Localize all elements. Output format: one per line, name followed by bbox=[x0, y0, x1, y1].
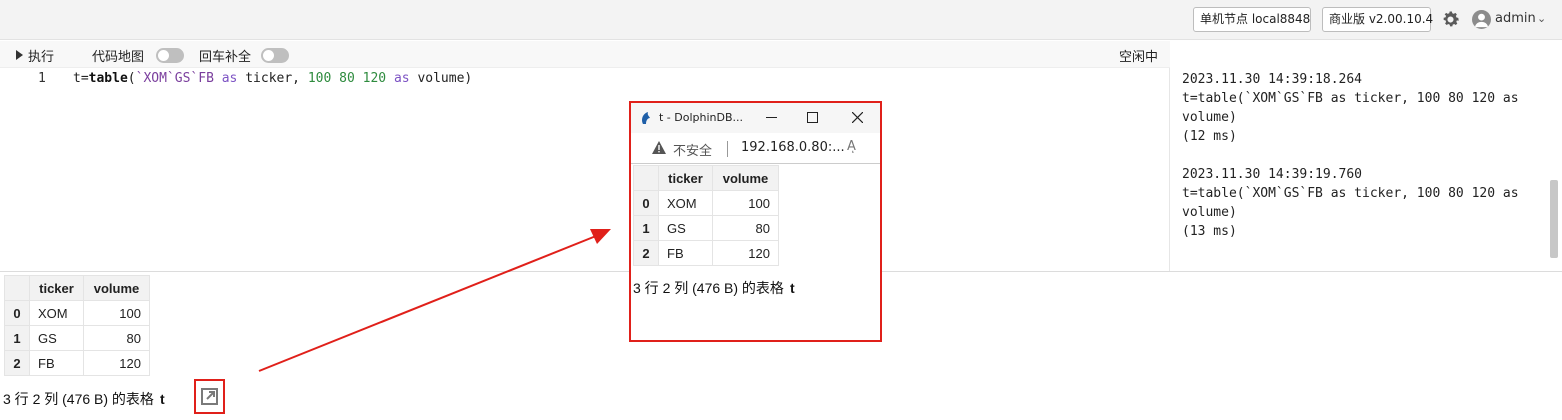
log-code: t=table(`XOM`GS`FB as ticker, 100 80 120… bbox=[1182, 186, 1519, 201]
summary-text: 3 行 2 列 (476 B) 的表格 bbox=[3, 391, 154, 407]
code-map-label: 代码地图 bbox=[92, 50, 145, 65]
row-index: 2 bbox=[4, 350, 30, 376]
code-token: t= bbox=[73, 71, 89, 86]
top-header: 单机节点 local8848 商业版 v2.00.10.4 admin ⌄ bbox=[0, 0, 1562, 40]
popup-title: t - DolphinDB... bbox=[659, 111, 744, 124]
minimize-icon[interactable] bbox=[766, 117, 777, 119]
popup-result-table: ticker volume 0 XOM 100 1 GS 80 2 FB 120 bbox=[633, 165, 779, 266]
column-header[interactable]: volume bbox=[712, 165, 779, 191]
code-token-number: 100 bbox=[307, 71, 332, 86]
table-row: 0 XOM 100 bbox=[633, 190, 779, 216]
log-text: 2023.11.30 14:39:18.264 t=table(`XOM`GS`… bbox=[1182, 70, 1519, 241]
table-header-row: ticker volume bbox=[633, 165, 779, 191]
dolphindb-logo-icon bbox=[642, 112, 650, 124]
warning-icon bbox=[652, 141, 666, 154]
code-token: volume) bbox=[417, 71, 473, 86]
code-editor[interactable]: 1 t=table(`XOM`GS`FB as ticker, 100 80 1… bbox=[0, 68, 1170, 271]
url-text[interactable]: 192.168.0.80:... bbox=[741, 140, 845, 155]
code-token-function: table bbox=[88, 71, 128, 86]
code-token-keyword: as bbox=[393, 71, 410, 86]
code-line[interactable]: t=table(`XOM`GS`FB as ticker, 100 80 120… bbox=[73, 71, 472, 86]
autocomplete-label: 回车补全 bbox=[199, 50, 252, 65]
summary-text: 3 行 2 列 (476 B) 的表格 bbox=[633, 280, 784, 296]
column-header[interactable]: ticker bbox=[658, 165, 713, 191]
play-icon[interactable] bbox=[16, 50, 23, 60]
address-separator bbox=[727, 141, 728, 157]
maximize-icon[interactable] bbox=[807, 112, 818, 123]
table-cell: 100 bbox=[83, 300, 150, 326]
table-cell: 80 bbox=[712, 215, 779, 241]
insecure-label[interactable]: 不安全 bbox=[673, 140, 712, 159]
table-name: t bbox=[159, 391, 165, 407]
result-table: ticker volume 0 XOM 100 1 GS 80 2 FB 120 bbox=[4, 275, 150, 376]
table-row: 2 FB 120 bbox=[633, 240, 779, 266]
column-header[interactable]: ticker bbox=[29, 275, 84, 301]
gear-icon[interactable] bbox=[1440, 9, 1461, 30]
table-row: 1 GS 80 bbox=[4, 325, 150, 351]
popup-titlebar[interactable]: t - DolphinDB... bbox=[631, 103, 880, 133]
table-name: t bbox=[789, 280, 795, 296]
row-index: 0 bbox=[4, 300, 30, 326]
code-map-toggle[interactable] bbox=[156, 48, 184, 63]
code-token: ( bbox=[127, 71, 136, 86]
autocomplete-toggle[interactable] bbox=[261, 48, 289, 63]
code-token-symbols: `XOM`GS`FB bbox=[135, 71, 214, 86]
row-index: 2 bbox=[633, 240, 659, 266]
table-cell: GS bbox=[29, 325, 84, 351]
table-cell: XOM bbox=[29, 300, 84, 326]
table-row: 2 FB 120 bbox=[4, 350, 150, 376]
popup-summary: 3 行 2 列 (476 B) 的表格 t bbox=[633, 278, 795, 298]
log-code: volume) bbox=[1182, 110, 1237, 125]
log-code: volume) bbox=[1182, 205, 1237, 220]
table-cell: FB bbox=[658, 240, 713, 266]
node-badge[interactable]: 单机节点 local8848 bbox=[1193, 7, 1311, 32]
popup-address-bar[interactable]: 不安全 192.168.0.80:... Aͅ bbox=[631, 133, 880, 164]
code-token-keyword: as bbox=[221, 71, 238, 86]
open-in-new-window-button[interactable] bbox=[194, 379, 225, 414]
table-row: 0 XOM 100 bbox=[4, 300, 150, 326]
code-token-number: 80 bbox=[339, 71, 355, 86]
code-token-number: 120 bbox=[362, 71, 387, 86]
log-time: 2023.11.30 14:39:19.760 bbox=[1182, 167, 1363, 182]
popup-window[interactable]: t - DolphinDB... 不安全 192.168.0.80:... Aͅ… bbox=[629, 101, 882, 342]
status-text: 空闲中 bbox=[1119, 50, 1159, 65]
table-cell: GS bbox=[658, 215, 713, 241]
table-cell: 80 bbox=[83, 325, 150, 351]
line-number: 1 bbox=[38, 71, 46, 86]
read-aloud-icon[interactable]: Aͅ bbox=[847, 139, 856, 154]
row-index: 1 bbox=[4, 325, 30, 351]
code-token: ticker, bbox=[245, 71, 301, 86]
log-panel: 2023.11.30 14:39:18.264 t=table(`XOM`GS`… bbox=[1171, 41, 1562, 271]
row-index: 1 bbox=[633, 215, 659, 241]
edition-badge[interactable]: 商业版 v2.00.10.4 bbox=[1322, 7, 1433, 32]
log-code: t=table(`XOM`GS`FB as ticker, 100 80 120… bbox=[1182, 91, 1519, 106]
column-header[interactable]: volume bbox=[83, 275, 150, 301]
row-index: 0 bbox=[633, 190, 659, 216]
index-header bbox=[4, 275, 30, 301]
log-duration: (13 ms) bbox=[1182, 224, 1237, 239]
table-cell: 120 bbox=[83, 350, 150, 376]
table-cell: 120 bbox=[712, 240, 779, 266]
editor-toolbar: 执行 代码地图 回车补全 空闲中 bbox=[0, 41, 1170, 68]
chevron-down-icon[interactable]: ⌄ bbox=[1537, 12, 1546, 25]
avatar-icon[interactable] bbox=[1472, 10, 1491, 29]
table-row: 1 GS 80 bbox=[633, 215, 779, 241]
username-label[interactable]: admin bbox=[1495, 11, 1536, 26]
log-duration: (12 ms) bbox=[1182, 129, 1237, 144]
log-scrollbar[interactable] bbox=[1550, 180, 1558, 258]
table-cell: 100 bbox=[712, 190, 779, 216]
table-cell: FB bbox=[29, 350, 84, 376]
run-button[interactable]: 执行 bbox=[28, 46, 54, 65]
log-time: 2023.11.30 14:39:18.264 bbox=[1182, 72, 1363, 87]
close-icon[interactable] bbox=[852, 112, 863, 123]
index-header bbox=[633, 165, 659, 191]
table-cell: XOM bbox=[658, 190, 713, 216]
table-header-row: ticker volume bbox=[4, 275, 150, 301]
open-in-new-window-icon bbox=[201, 388, 218, 405]
result-summary: 3 行 2 列 (476 B) 的表格 t bbox=[3, 389, 165, 409]
